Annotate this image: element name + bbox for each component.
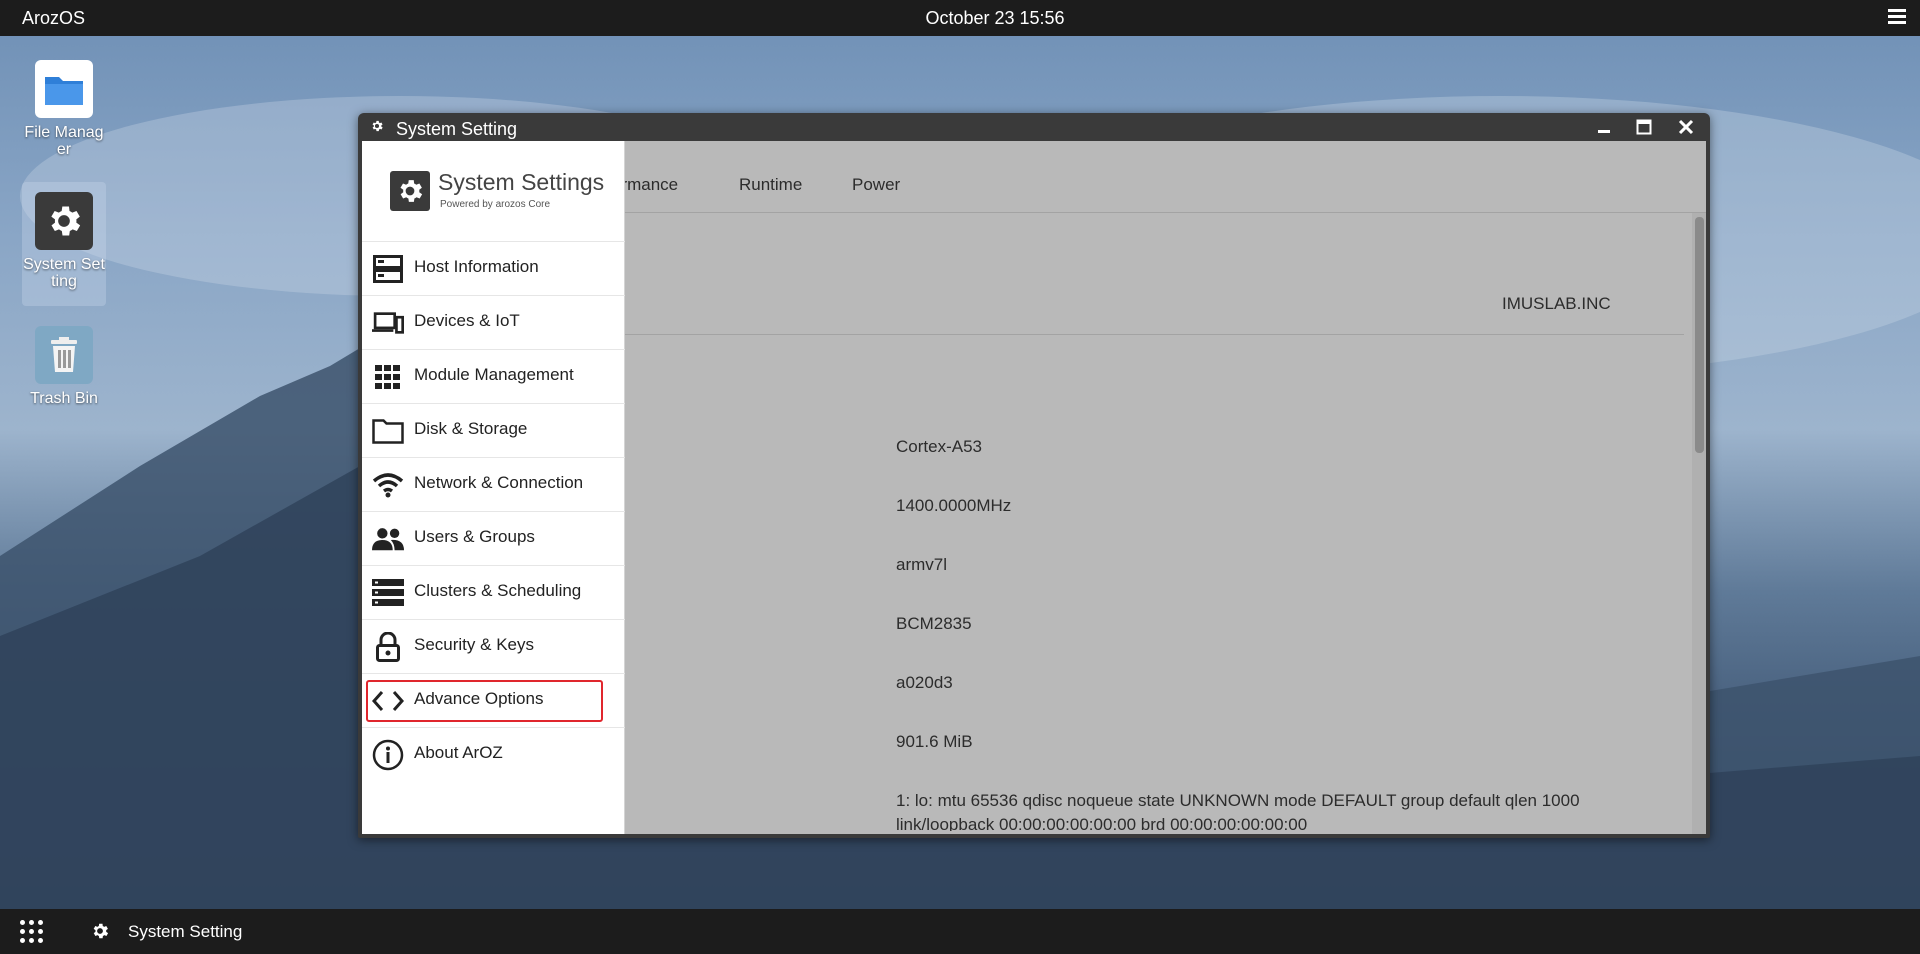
sidebar-item-label: Module Management	[414, 365, 574, 384]
sidebar-item-security-keys[interactable]: Security & Keys	[362, 619, 625, 673]
sidebar-item-about-aroz[interactable]: About ArOZ	[362, 727, 625, 781]
scrollbar-thumb[interactable]	[1695, 217, 1704, 453]
revision-value: a020d3	[896, 673, 953, 692]
sidebar-item-label: Security & Keys	[414, 635, 534, 654]
arch-value: armv7l	[896, 555, 948, 574]
sidebar-item-label: Clusters & Scheduling	[414, 581, 582, 600]
tab-bar: ormance Runtime Power	[612, 141, 1706, 213]
network-line-1: 1: lo: mtu 65536 qdisc noqueue state UNK…	[896, 791, 1580, 810]
network-line-2: link/loopback 00:00:00:00:00:00 brd 00:0…	[896, 815, 1308, 831]
gear-icon	[370, 119, 384, 138]
cpu-freq-value: 1400.0000MHz	[896, 496, 1012, 515]
clusters-icon	[372, 579, 404, 607]
desktop-icon-system-setting[interactable]: System Set ting	[22, 182, 106, 306]
server-icon	[372, 255, 404, 283]
vendor-value: IMUSLAB.INC	[1502, 294, 1611, 313]
tab-runtime[interactable]: Runtime	[739, 175, 802, 195]
gear-icon	[390, 171, 430, 211]
window-titlebar[interactable]: System Setting	[358, 113, 1710, 141]
settings-sidebar: System Settings Powered by arozos Core H…	[362, 141, 625, 834]
close-button[interactable]	[1672, 115, 1700, 139]
divider	[624, 334, 1684, 335]
code-icon	[372, 687, 404, 715]
users-icon	[372, 525, 404, 553]
top-bar: ArozOS October 23 15:56	[0, 0, 1920, 36]
trash-icon	[35, 326, 93, 384]
sidebar-item-devices-iot[interactable]: Devices & IoT	[362, 295, 625, 349]
devices-icon	[372, 309, 404, 337]
info-icon	[372, 739, 404, 771]
window-body: ormance Runtime Power IMUSLAB.INC Cortex…	[362, 141, 1706, 834]
desktop-icon-label: File Manag er	[24, 124, 104, 158]
sidebar-item-label: Host Information	[414, 257, 539, 276]
hamburger-menu-icon[interactable]	[1888, 9, 1906, 25]
sidebar-item-network-connection[interactable]: Network & Connection	[362, 457, 625, 511]
content-scrollbar[interactable]	[1692, 213, 1706, 834]
sidebar-item-host-information[interactable]: Host Information	[362, 241, 625, 295]
memory-value: 901.6 MiB	[896, 732, 973, 751]
tab-power[interactable]: Power	[852, 175, 900, 195]
gear-icon	[35, 192, 93, 250]
app-launcher-icon[interactable]	[20, 920, 44, 944]
sidebar-item-clusters-scheduling[interactable]: Clusters & Scheduling	[362, 565, 625, 619]
sidebar-item-label: Advance Options	[414, 689, 544, 708]
sidebar-logo-subtitle: Powered by arozos Core	[440, 199, 551, 210]
taskbar: System Setting	[0, 909, 1920, 954]
sidebar-item-module-management[interactable]: Module Management	[362, 349, 625, 403]
hardware-value: BCM2835	[896, 614, 972, 633]
window-title: System Setting	[396, 119, 518, 139]
sidebar-item-disk-storage[interactable]: Disk & Storage	[362, 403, 625, 457]
sidebar-logo-title: System Settings	[438, 169, 605, 195]
desktop-icon-file-manager[interactable]: File Manag er	[22, 60, 106, 158]
clock: October 23 15:56	[925, 8, 1065, 28]
sidebar-item-label: Disk & Storage	[414, 419, 528, 438]
sidebar-item-label: Devices & IoT	[414, 311, 520, 330]
lock-icon	[372, 632, 404, 662]
sidebar-item-advance-options[interactable]: Advance Options	[362, 673, 625, 727]
folder-icon	[372, 417, 404, 445]
minimize-button[interactable]	[1590, 115, 1618, 139]
grid-icon	[372, 363, 404, 391]
desktop-icon-label: Trash Bin	[30, 390, 98, 407]
folder-icon	[35, 60, 93, 118]
taskbar-item-label: System Setting	[128, 922, 243, 941]
sidebar-item-label: About ArOZ	[414, 743, 503, 762]
gear-icon	[90, 921, 110, 946]
desktop-icon-label: System Set ting	[23, 256, 105, 290]
taskbar-item-system-setting[interactable]: System Setting	[88, 909, 242, 954]
cpu-model-value: Cortex-A53	[896, 437, 982, 456]
maximize-button[interactable]	[1630, 115, 1658, 139]
sidebar-item-label: Network & Connection	[414, 473, 584, 492]
system-setting-window: System Setting ormance Runtime Power IMU…	[358, 113, 1710, 838]
wifi-icon	[372, 471, 404, 499]
desktop-icon-trash-bin[interactable]: Trash Bin	[22, 326, 106, 407]
sidebar-item-users-groups[interactable]: Users & Groups	[362, 511, 625, 565]
sidebar-logo: System Settings Powered by arozos Core	[390, 169, 610, 229]
sidebar-item-label: Users & Groups	[414, 527, 535, 546]
